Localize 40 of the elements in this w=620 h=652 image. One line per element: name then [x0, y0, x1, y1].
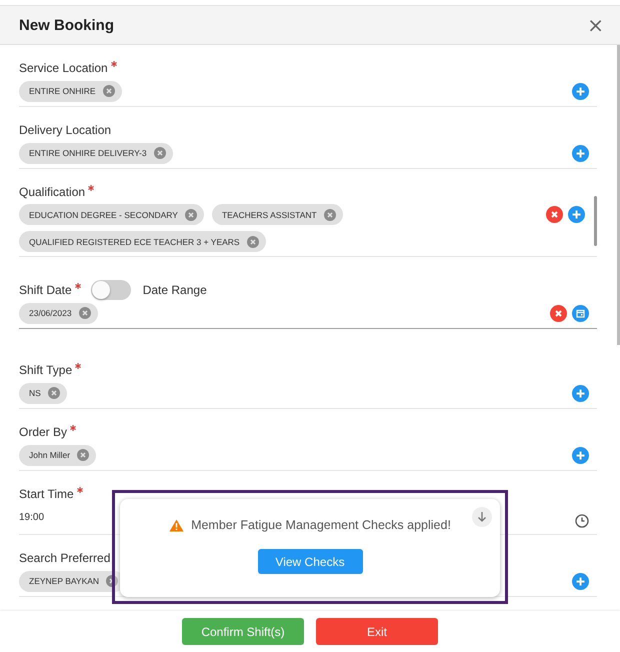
view-checks-button[interactable]: View Checks — [258, 549, 362, 574]
chip-text: EDUCATION DEGREE - SECONDARY — [29, 210, 178, 220]
field-label: Delivery Location — [19, 123, 112, 137]
chip-text: QUALIFIED REGISTERED ECE TEACHER 3 + YEARS — [29, 236, 240, 246]
add-icon[interactable] — [568, 206, 585, 223]
chip-text: ZEYNEP BAYKAN — [29, 576, 100, 586]
add-icon[interactable] — [572, 83, 589, 100]
exit-button[interactable]: Exit — [316, 618, 438, 645]
chip-text: ENTIRE ONHIRE — [29, 86, 96, 96]
field-label: Order By — [19, 425, 68, 439]
toggle-label: Date Range — [142, 283, 207, 297]
calendar-icon[interactable] — [572, 305, 589, 322]
time-value: 19:00 — [19, 511, 44, 525]
chip-text: John Miller — [29, 450, 70, 460]
remove-icon[interactable] — [106, 575, 118, 587]
chip-text: 23/06/2023 — [29, 308, 72, 318]
clear-icon[interactable] — [546, 206, 563, 223]
close-button[interactable]: × — [587, 15, 604, 35]
chip-text: NS — [29, 388, 41, 398]
dialog-title: New Booking — [19, 16, 114, 34]
chip-text: TEACHERS ASSISTANT — [222, 210, 317, 220]
toggle-switch[interactable] — [90, 280, 131, 300]
warning-icon — [169, 518, 184, 532]
confirm-button[interactable]: Confirm Shift(s) — [182, 618, 304, 645]
add-icon[interactable] — [572, 573, 589, 590]
field-label: Shift Date — [19, 283, 72, 297]
clear-icon[interactable] — [550, 305, 567, 322]
add-icon[interactable] — [572, 385, 589, 402]
toast-message: Member Fatigue Management Checks applied! — [191, 518, 451, 532]
field-label: Start Time — [19, 487, 74, 501]
clock-icon[interactable] — [575, 514, 589, 528]
chip-text: ENTIRE ONHIRE DELIVERY-3 — [29, 148, 147, 158]
field-label: Qualification — [19, 185, 86, 199]
field-label: Shift Type — [19, 363, 72, 377]
add-icon[interactable] — [572, 145, 589, 162]
add-icon[interactable] — [572, 447, 589, 464]
scrollbar[interactable] — [594, 196, 597, 246]
field-label: Service Location — [19, 61, 108, 75]
field-label: Search Preferred — [19, 551, 110, 565]
scrollbar[interactable] — [617, 45, 620, 345]
